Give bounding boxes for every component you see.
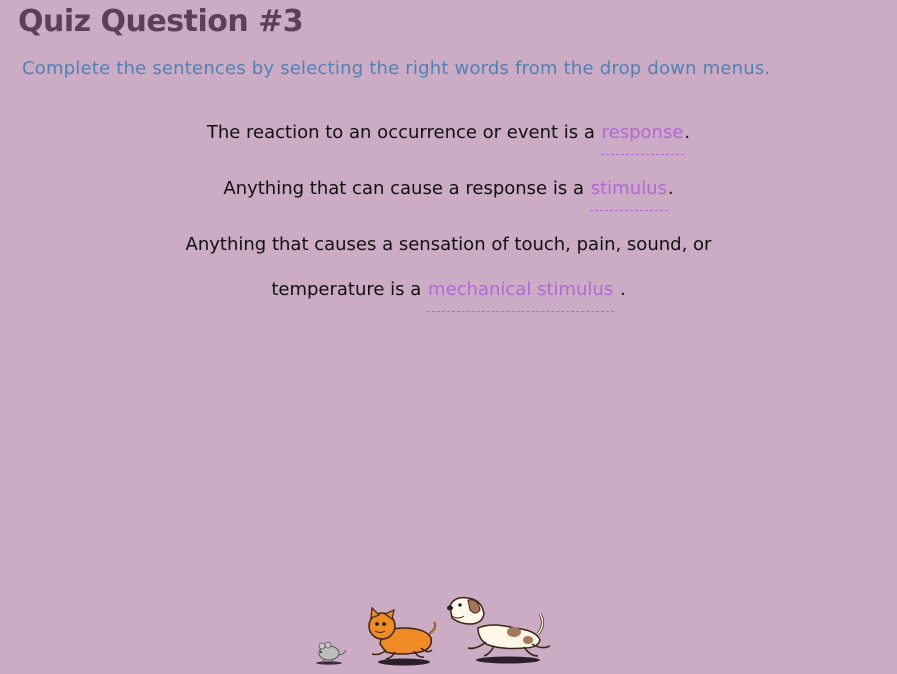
mouse-icon [316, 641, 347, 665]
answer-dropdown-3[interactable]: mechanical stimulus [427, 275, 615, 312]
page-title: Quiz Question #3 [18, 4, 304, 39]
sentence-1-end: . [684, 122, 691, 143]
moon-icon [403, 527, 419, 551]
instructions-text: Complete the sentences by selecting the … [22, 58, 771, 79]
cat-icon [368, 606, 437, 666]
sentence-1: The reaction to an occurrence or event i… [0, 118, 897, 155]
answer-dropdown-1[interactable]: response [600, 118, 685, 155]
chase-animation [300, 510, 580, 674]
sentence-1-text: The reaction to an occurrence or event i… [206, 122, 595, 143]
sentence-2-end: . [667, 178, 674, 199]
dog-icon [447, 596, 551, 664]
sentence-3-text-line-2: temperature is a [271, 279, 422, 300]
sentence-2: Anything that can cause a response is a … [0, 174, 897, 211]
answer-dropdown-2[interactable]: stimulus [589, 174, 668, 211]
sentence-3-text-line-1: Anything that causes a sensation of touc… [185, 234, 712, 255]
sentence-3-line-2: temperature is a mechanical stimulus . [0, 275, 897, 312]
sentence-3-end: . [619, 279, 626, 300]
sentence-2-text: Anything that can cause a response is a [223, 178, 584, 199]
sentence-3-line-1: Anything that causes a sensation of touc… [0, 230, 897, 260]
